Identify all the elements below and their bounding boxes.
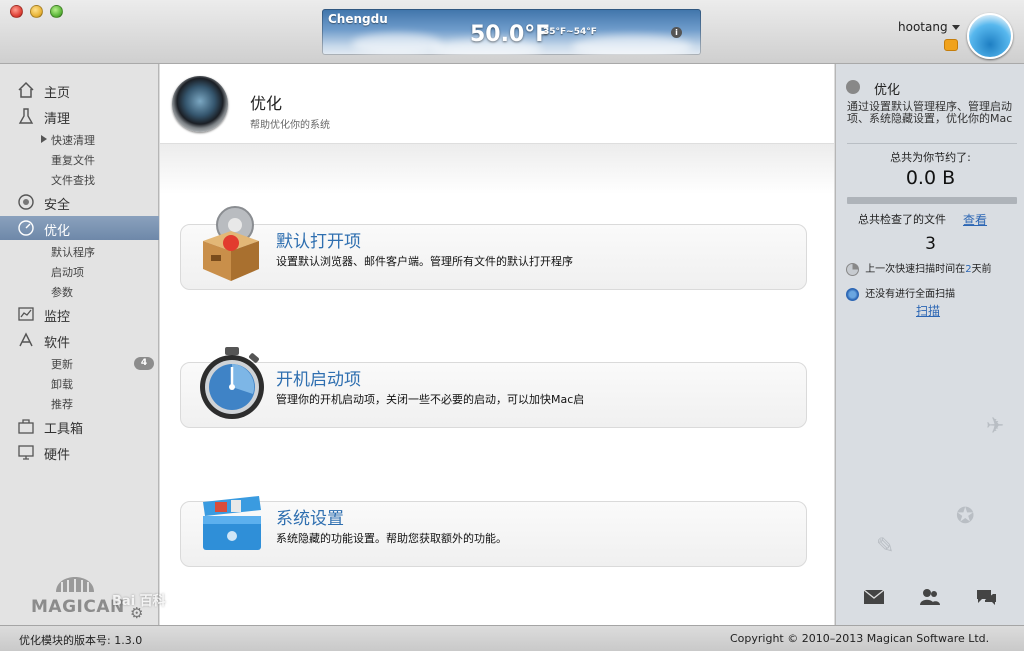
magican-logo-text: MAGICAN xyxy=(31,597,125,617)
view-link[interactable]: 查看 xyxy=(963,211,987,228)
system-settings-card[interactable]: 系统设置 系统隐藏的功能设置。帮助您获取额外的功能。 xyxy=(180,496,807,567)
sidebar-item-home[interactable]: 主页 xyxy=(0,78,159,102)
sidebar-item-label: 主页 xyxy=(44,86,71,101)
status-bar: 优化模块的版本号: 1.3.0 Copyright © 2010–2013 Ma… xyxy=(0,625,1024,651)
app-icon xyxy=(19,332,33,347)
sidebar-item-software[interactable]: 软件 xyxy=(0,328,159,352)
info-panel-title: 优化 xyxy=(846,79,901,98)
stopwatch-icon xyxy=(200,347,264,419)
sidebar-item-hardware[interactable]: 硬件 xyxy=(0,440,159,464)
startup-items-card[interactable]: 开机启动项 管理你的开机启动项，关闭一些不必要的启动，可以加快Mac启 xyxy=(180,347,807,428)
avatar[interactable] xyxy=(967,13,1013,59)
toolbox-icon xyxy=(18,419,34,434)
main-panel: 优化 帮助优化你的系统 默认打开项 设置默认浏览器、邮件客户端。管理所有文件的默… xyxy=(160,64,834,625)
card-description: 设置默认浏览器、邮件客户端。管理所有文件的默认打开程序 xyxy=(276,255,573,268)
last-scan-suffix: 天前 xyxy=(971,264,992,275)
watermark: Bai 百科 xyxy=(112,594,166,609)
weather-temperature: 50.0°F xyxy=(470,22,551,47)
copyright-text: Copyright © 2010–2013 Magican Software L… xyxy=(730,632,990,645)
broom-icon xyxy=(18,108,34,124)
pencil-icon: ✎ xyxy=(876,534,895,559)
page-title: 优化 xyxy=(250,94,283,113)
sidebar-item-label: 清理 xyxy=(44,112,71,127)
full-scan-status: 还没有进行全面扫描 xyxy=(865,289,956,300)
monitor-chart-icon xyxy=(18,307,34,321)
card-description: 系统隐藏的功能设置。帮助您获取额外的功能。 xyxy=(276,532,507,545)
title-bar: Chengdu 50.0°F 35°F~54°F i hootang xyxy=(0,0,1024,64)
last-quick-scan-row: 上一次快速扫描时间在2天前 xyxy=(846,260,992,276)
sidebar-sub-startup-items[interactable]: 启动项 xyxy=(51,264,84,280)
username-menu[interactable]: hootang xyxy=(898,20,948,34)
sidebar-sub-quick-clean[interactable]: 快速清理 xyxy=(51,132,95,148)
sidebar-item-label: 软件 xyxy=(44,336,71,351)
user-level-badge xyxy=(944,39,958,51)
magican-logo-icon xyxy=(56,577,94,592)
divider xyxy=(847,143,1017,144)
gauge-icon xyxy=(18,220,34,236)
sidebar-sub-default-apps[interactable]: 默认程序 xyxy=(51,244,95,260)
weather-city: Chengdu xyxy=(328,12,388,26)
sidebar-item-clean[interactable]: 清理 xyxy=(0,104,159,128)
compass-icon: ✪ xyxy=(956,504,975,529)
sidebar-item-label: 监控 xyxy=(44,310,71,325)
full-scan-row: 还没有进行全面扫描 xyxy=(846,285,955,301)
card-title: 系统设置 xyxy=(276,509,344,529)
page-subtitle: 帮助优化你的系统 xyxy=(250,120,330,131)
scan-link[interactable]: 扫描 xyxy=(916,302,940,319)
home-icon xyxy=(18,81,34,98)
last-scan-prefix: 上一次快速扫描时间在 xyxy=(865,264,966,275)
sidebar-sub-uninstall[interactable]: 卸载 xyxy=(51,376,73,392)
saved-space-value: 0.0 B xyxy=(905,167,956,189)
toolbox-icon xyxy=(203,496,261,550)
info-icon[interactable]: i xyxy=(671,27,682,38)
info-panel-description: 通过设置默认管理程序、管理启动项、系统隐藏设置，优化你的Mac xyxy=(847,100,1013,125)
hardware-icon xyxy=(18,445,34,460)
package-gear-icon xyxy=(203,206,259,281)
sidebar-sub-parameters[interactable]: 参数 xyxy=(51,284,73,300)
mail-icon[interactable] xyxy=(863,588,885,606)
caret-right-icon xyxy=(41,135,47,143)
close-window-button[interactable] xyxy=(10,5,23,18)
sidebar-sub-updates[interactable]: 更新 xyxy=(51,356,73,372)
sidebar-item-optimize[interactable]: 优化 xyxy=(0,216,159,240)
minimize-window-button[interactable] xyxy=(30,5,43,18)
saved-space-label: 总共为你节约了: xyxy=(890,151,971,164)
sidebar-item-label: 硬件 xyxy=(44,448,71,463)
sidebar-item-label: 优化 xyxy=(44,224,71,239)
scan-status-icon xyxy=(846,287,859,301)
optimize-gauge-icon xyxy=(172,76,228,132)
header-shadow xyxy=(160,144,834,194)
sidebar-sub-duplicates[interactable]: 重复文件 xyxy=(51,152,95,168)
paper-plane-icon: ✈ xyxy=(986,414,1005,439)
module-version: 优化模块的版本号: 1.3.0 xyxy=(19,634,143,647)
gauge-icon xyxy=(846,80,860,94)
info-panel-title-text: 优化 xyxy=(874,83,901,98)
weather-widget[interactable]: Chengdu 50.0°F 35°F~54°F i xyxy=(322,9,701,55)
sidebar-item-label: 工具箱 xyxy=(44,422,84,437)
checked-files-label: 总共检查了的文件 xyxy=(858,213,946,226)
chevron-down-icon[interactable] xyxy=(952,25,960,30)
saved-space-bar xyxy=(847,197,1017,204)
default-apps-card[interactable]: 默认打开项 设置默认浏览器、邮件客户端。管理所有文件的默认打开程序 xyxy=(180,206,807,290)
sidebar-sub-file-search[interactable]: 文件查找 xyxy=(51,172,95,188)
shield-icon xyxy=(18,194,34,210)
main-header: 优化 帮助优化你的系统 xyxy=(160,64,834,144)
sidebar-item-label: 安全 xyxy=(44,198,71,213)
pie-clock-icon xyxy=(846,262,859,276)
sidebar: 主页 清理 快速清理 重复文件 文件查找 安全 优化 默认程序 启动项 参数 监… xyxy=(0,64,159,625)
card-title: 开机启动项 xyxy=(276,370,361,390)
info-panel: 优化 通过设置默认管理程序、管理启动项、系统隐藏设置，优化你的Mac 总共为你节… xyxy=(835,64,1024,625)
update-count-badge: 4 xyxy=(134,357,154,370)
sidebar-sub-recommend[interactable]: 推荐 xyxy=(51,396,73,412)
zoom-window-button[interactable] xyxy=(50,5,63,18)
users-icon[interactable] xyxy=(919,588,941,606)
sidebar-item-monitor[interactable]: 监控 xyxy=(0,302,159,326)
checked-files-count: 3 xyxy=(925,234,936,254)
card-description: 管理你的开机启动项，关闭一些不必要的启动，可以加快Mac启 xyxy=(276,393,585,406)
sidebar-item-security[interactable]: 安全 xyxy=(0,190,159,214)
weather-range: 35°F~54°F xyxy=(543,27,597,37)
sidebar-item-toolbox[interactable]: 工具箱 xyxy=(0,414,159,438)
chat-icon[interactable] xyxy=(975,588,997,606)
card-title: 默认打开项 xyxy=(276,232,361,252)
